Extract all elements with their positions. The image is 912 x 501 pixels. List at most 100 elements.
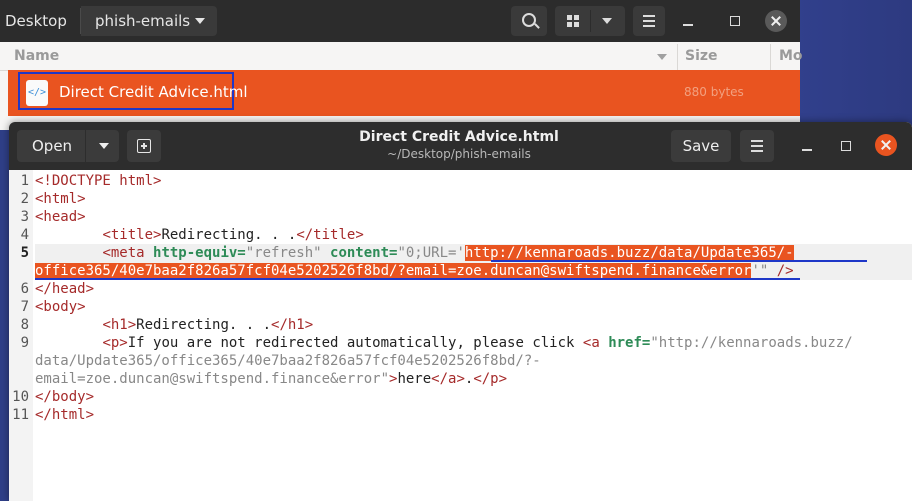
- column-modified[interactable]: Mo: [770, 44, 803, 70]
- line-number: 2: [20, 191, 29, 207]
- editor-body[interactable]: 1 2 3 4 5 6 7 8 9 10 11 <!DOCTYPE html> …: [9, 170, 912, 501]
- breadcrumb-phish-emails[interactable]: phish-emails: [81, 6, 217, 36]
- sort-chevron-icon: [657, 54, 667, 60]
- text-token: Redirecting. . .: [136, 317, 272, 333]
- string-token: data/Update365/office365/40e7baa2f826a57…: [35, 353, 541, 369]
- editor-header: Open Direct Credit Advice.html ~/Desktop…: [9, 122, 912, 170]
- column-modified-label: Mo: [779, 48, 803, 64]
- tag-token: </a>: [431, 371, 465, 387]
- tag-token: <a: [582, 335, 609, 351]
- new-tab-button[interactable]: [127, 130, 161, 162]
- annotation-underline-2: [35, 262, 800, 280]
- close-button[interactable]: [765, 10, 787, 32]
- string-token: "0;URL=': [397, 245, 465, 261]
- tag-token: </html>: [35, 407, 95, 423]
- line-number: 1: [20, 173, 29, 189]
- chevron-down-icon: [602, 18, 612, 24]
- code-line-7: <body>: [35, 298, 86, 316]
- html-file-icon: </>: [26, 80, 48, 106]
- maximize-button[interactable]: [724, 10, 746, 32]
- code-line-1: <!DOCTYPE html>: [35, 172, 161, 190]
- attr-token: href=: [608, 335, 651, 351]
- window-subtitle: ~/Desktop/phish-emails: [387, 147, 531, 161]
- file-manager-window: Desktop phish-emails Name Size Mo </> Di…: [0, 0, 803, 130]
- menu-button[interactable]: [633, 6, 665, 36]
- tag-token: <p>: [102, 335, 128, 351]
- column-size[interactable]: Size: [677, 44, 769, 70]
- column-headers: Name Size Mo: [0, 44, 803, 71]
- code-line-4: <title>Redirecting. . .</title>: [35, 226, 364, 244]
- line-number: 11: [12, 407, 29, 423]
- close-button[interactable]: [875, 134, 897, 156]
- breadcrumb-label: phish-emails: [95, 12, 191, 30]
- tag-token: </p>: [473, 371, 508, 387]
- minimize-button[interactable]: [796, 135, 818, 157]
- file-name: Direct Credit Advice.html: [59, 83, 248, 101]
- breadcrumb-desktop[interactable]: Desktop: [0, 6, 80, 36]
- code-line-9-wrap-2: email=zoe.duncan@swiftspend.finance&erro…: [35, 370, 507, 388]
- tag-token: </title>: [296, 227, 364, 243]
- file-size: 880 bytes: [684, 85, 744, 99]
- column-size-label: Size: [685, 48, 718, 64]
- code-line-10: </body>: [35, 388, 94, 406]
- line-number: 8: [20, 317, 29, 333]
- hamburger-icon: [643, 15, 655, 27]
- search-button[interactable]: [511, 6, 547, 36]
- code-line-9-wrap-1: data/Update365/office365/40e7baa2f826a57…: [35, 352, 541, 370]
- text-token: If you are not redirected automatically,…: [127, 335, 583, 351]
- maximize-button[interactable]: [835, 135, 857, 157]
- tag-token: <body>: [35, 299, 86, 315]
- grid-view-icon: [567, 15, 579, 27]
- line-number-current: 5: [20, 245, 29, 261]
- string-token: "http://kennaroads.buzz/: [650, 335, 853, 351]
- menu-button[interactable]: [740, 130, 774, 162]
- annotation-underline-1: [491, 244, 867, 262]
- tag-token: </body>: [35, 389, 95, 405]
- attr-token: http-equiv=: [153, 245, 246, 261]
- code-line-8: <h1>Redirecting. . .</h1>: [35, 316, 313, 334]
- file-row-selected[interactable]: </> Direct Credit Advice.html 880 bytes: [8, 70, 800, 116]
- code-line-6: </head>: [35, 280, 94, 298]
- doctype-token: <!DOCTYPE html>: [35, 173, 162, 189]
- search-icon: [522, 13, 536, 27]
- code-line-9: <p>If you are not redirected automatical…: [35, 334, 853, 352]
- button-divider: [85, 130, 86, 162]
- tag-token: <meta: [102, 245, 154, 261]
- new-document-icon: [137, 139, 151, 153]
- text-editor-window: Open Direct Credit Advice.html ~/Desktop…: [9, 122, 912, 501]
- chevron-down-icon[interactable]: [99, 143, 109, 149]
- line-number: 10: [12, 389, 29, 405]
- line-number: 4: [20, 227, 29, 243]
- string-token: email=zoe.duncan@swiftspend.finance&erro…: [35, 371, 390, 387]
- tag-token: <head>: [35, 209, 86, 225]
- chevron-down-icon: [195, 18, 205, 24]
- save-button[interactable]: Save: [671, 130, 731, 162]
- view-options-button[interactable]: [555, 6, 625, 36]
- string-token: "refresh": [245, 245, 322, 261]
- tag-token: <h1>: [102, 317, 137, 333]
- window-title: Direct Credit Advice.html: [359, 129, 559, 145]
- tag-token: <html>: [35, 191, 86, 207]
- tag-token: <title>: [102, 227, 162, 243]
- minimize-button[interactable]: [677, 10, 699, 32]
- open-label: Open: [32, 137, 73, 155]
- link-text: here: [397, 371, 432, 387]
- line-number: 3: [20, 209, 29, 225]
- column-name[interactable]: Name: [14, 48, 59, 64]
- code-line-3: <head>: [35, 208, 86, 226]
- code-line-11: </html>: [35, 406, 94, 424]
- tag-token: </h1>: [271, 317, 314, 333]
- line-number: 9: [20, 335, 29, 351]
- line-number: 7: [20, 299, 29, 315]
- tag-token: </head>: [35, 281, 95, 297]
- open-button[interactable]: Open: [17, 130, 119, 162]
- button-divider: [590, 10, 591, 32]
- line-number: 6: [20, 281, 29, 297]
- code-line-2: <html>: [35, 190, 86, 208]
- file-manager-header: Desktop phish-emails: [0, 0, 800, 42]
- text-token: Redirecting. . .: [161, 227, 297, 243]
